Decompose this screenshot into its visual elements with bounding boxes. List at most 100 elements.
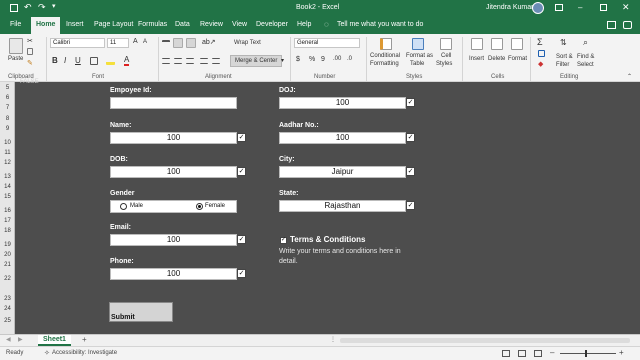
conditional-formatting-icon[interactable] <box>380 38 392 50</box>
copy-icon[interactable] <box>27 48 33 55</box>
sheet-tab-sheet1[interactable]: Sheet1 <box>38 335 71 346</box>
tab-developer[interactable]: Developer <box>256 21 288 28</box>
align-center-icon[interactable] <box>174 58 182 64</box>
horizontal-scrollbar[interactable] <box>340 338 630 343</box>
male-radio-label[interactable]: Male <box>130 203 143 209</box>
borders-icon[interactable] <box>90 57 98 65</box>
row-header[interactable]: 24 <box>0 306 15 312</box>
font-name-select[interactable]: Calibri <box>50 38 105 48</box>
accessibility-status[interactable]: Accessibility: Investigate <box>52 350 117 356</box>
align-left-icon[interactable] <box>162 58 170 64</box>
fill-color-icon[interactable] <box>106 57 115 65</box>
comments-icon[interactable] <box>623 21 632 29</box>
male-radio[interactable] <box>120 203 127 210</box>
merge-center-button[interactable]: Merge & Center <box>230 55 283 67</box>
ribbon-display-icon[interactable] <box>555 4 563 11</box>
tab-formulas[interactable]: Formulas <box>138 21 167 28</box>
phone-checkbox[interactable]: ✓ <box>237 269 246 278</box>
email-checkbox[interactable]: ✓ <box>237 235 246 244</box>
cut-icon[interactable]: ✂ <box>27 37 33 45</box>
align-bottom-icon[interactable] <box>186 38 196 48</box>
align-middle-icon[interactable] <box>173 38 183 48</box>
page-layout-view-icon[interactable] <box>518 350 526 357</box>
sort-filter-button[interactable]: Sort & <box>556 54 573 60</box>
customize-qat-icon[interactable]: ▾ <box>52 2 56 10</box>
doj-input[interactable]: 100 <box>279 97 406 109</box>
aadhar-input[interactable]: 100 <box>279 132 406 144</box>
redo-icon[interactable]: ↷ <box>38 2 46 13</box>
undo-icon[interactable]: ↶ <box>24 2 32 13</box>
name-checkbox[interactable]: ✓ <box>237 133 246 142</box>
row-header[interactable]: 21 <box>0 262 15 268</box>
maximize-icon[interactable] <box>600 4 607 11</box>
normal-view-icon[interactable] <box>502 350 510 357</box>
paste-button[interactable]: Paste <box>8 56 23 62</box>
row-header[interactable]: 23 <box>0 296 15 302</box>
row-header[interactable]: 18 <box>0 228 15 234</box>
conditional-formatting-button[interactable]: Conditional <box>370 53 400 59</box>
email-input[interactable]: 100 <box>110 234 237 246</box>
page-break-view-icon[interactable] <box>534 350 542 357</box>
font-size-select[interactable]: 11 <box>107 38 129 48</box>
state-checkbox[interactable]: ✓ <box>406 201 415 210</box>
increase-indent-icon[interactable] <box>212 58 220 64</box>
scroll-right-icon[interactable]: ▶ <box>18 336 23 343</box>
zoom-slider-thumb[interactable] <box>585 350 587 357</box>
decrease-decimal-button[interactable]: .0 <box>347 56 352 62</box>
dob-input[interactable]: 100 <box>110 166 237 178</box>
delete-button[interactable]: Delete <box>488 56 505 62</box>
tab-help[interactable]: Help <box>297 21 311 28</box>
cell-styles-button[interactable]: Cell <box>441 53 451 59</box>
conditional-formatting-label[interactable]: Formatting <box>370 61 399 67</box>
format-as-table-label[interactable]: Table <box>410 61 424 67</box>
insert-button[interactable]: Insert <box>469 56 484 62</box>
find-select-label[interactable]: Select <box>577 62 594 68</box>
fill-icon[interactable] <box>538 50 545 57</box>
format-as-table-icon[interactable] <box>412 38 424 50</box>
row-header[interactable]: 15 <box>0 194 15 200</box>
phone-input[interactable]: 100 <box>110 268 237 280</box>
row-header[interactable]: 14 <box>0 184 15 190</box>
avatar[interactable] <box>532 2 544 14</box>
tab-page-layout[interactable]: Page Layout <box>94 21 133 28</box>
zoom-out-icon[interactable]: – <box>550 348 554 357</box>
increase-font-icon[interactable]: A <box>133 38 138 45</box>
employee-id-input[interactable] <box>110 97 237 109</box>
orientation-icon[interactable]: ab↗ <box>202 38 216 46</box>
clear-icon[interactable]: ◆ <box>538 60 543 68</box>
female-radio-label[interactable]: Female <box>205 203 225 209</box>
row-header[interactable]: 10 <box>0 140 15 146</box>
row-header[interactable]: 6 <box>0 95 15 101</box>
wrap-text-button[interactable]: Wrap Text <box>234 40 261 46</box>
align-top-icon[interactable] <box>162 40 170 46</box>
row-header[interactable]: 9 <box>0 126 15 132</box>
row-header[interactable]: 17 <box>0 218 15 224</box>
row-header[interactable]: 5 <box>0 85 15 91</box>
name-input[interactable]: 100 <box>110 132 237 144</box>
doj-checkbox[interactable]: ✓ <box>406 98 415 107</box>
find-select-button[interactable]: Find & <box>577 54 594 60</box>
aadhar-checkbox[interactable]: ✓ <box>406 133 415 142</box>
row-header[interactable]: 8 <box>0 116 15 122</box>
paste-icon[interactable] <box>9 38 23 54</box>
format-button[interactable]: Format <box>508 56 527 62</box>
sheet-options-icon[interactable]: ⋮ <box>330 336 336 343</box>
state-input[interactable]: Rajasthan <box>279 200 406 212</box>
underline-button[interactable]: U <box>75 56 81 65</box>
minimize-icon[interactable]: – <box>578 3 582 12</box>
search-icon[interactable]: ⌕ <box>583 37 588 48</box>
tab-insert[interactable]: Insert <box>66 21 84 28</box>
add-sheet-button[interactable]: + <box>82 335 87 344</box>
format-as-table-button[interactable]: Format as <box>406 53 433 59</box>
sort-filter-icon[interactable]: ⇅ <box>560 38 567 47</box>
tab-review[interactable]: Review <box>200 21 223 28</box>
zoom-slider[interactable] <box>560 353 616 354</box>
row-header[interactable]: 22 <box>0 276 15 282</box>
decrease-font-icon[interactable]: A <box>143 39 147 45</box>
row-header[interactable]: 16 <box>0 208 15 214</box>
terms-checkbox[interactable]: ✓ <box>280 237 287 244</box>
row-header[interactable]: 19 <box>0 242 15 248</box>
bold-button[interactable]: B <box>52 56 58 65</box>
autosum-icon[interactable]: Σ <box>537 37 543 47</box>
format-cells-icon[interactable] <box>511 38 523 50</box>
